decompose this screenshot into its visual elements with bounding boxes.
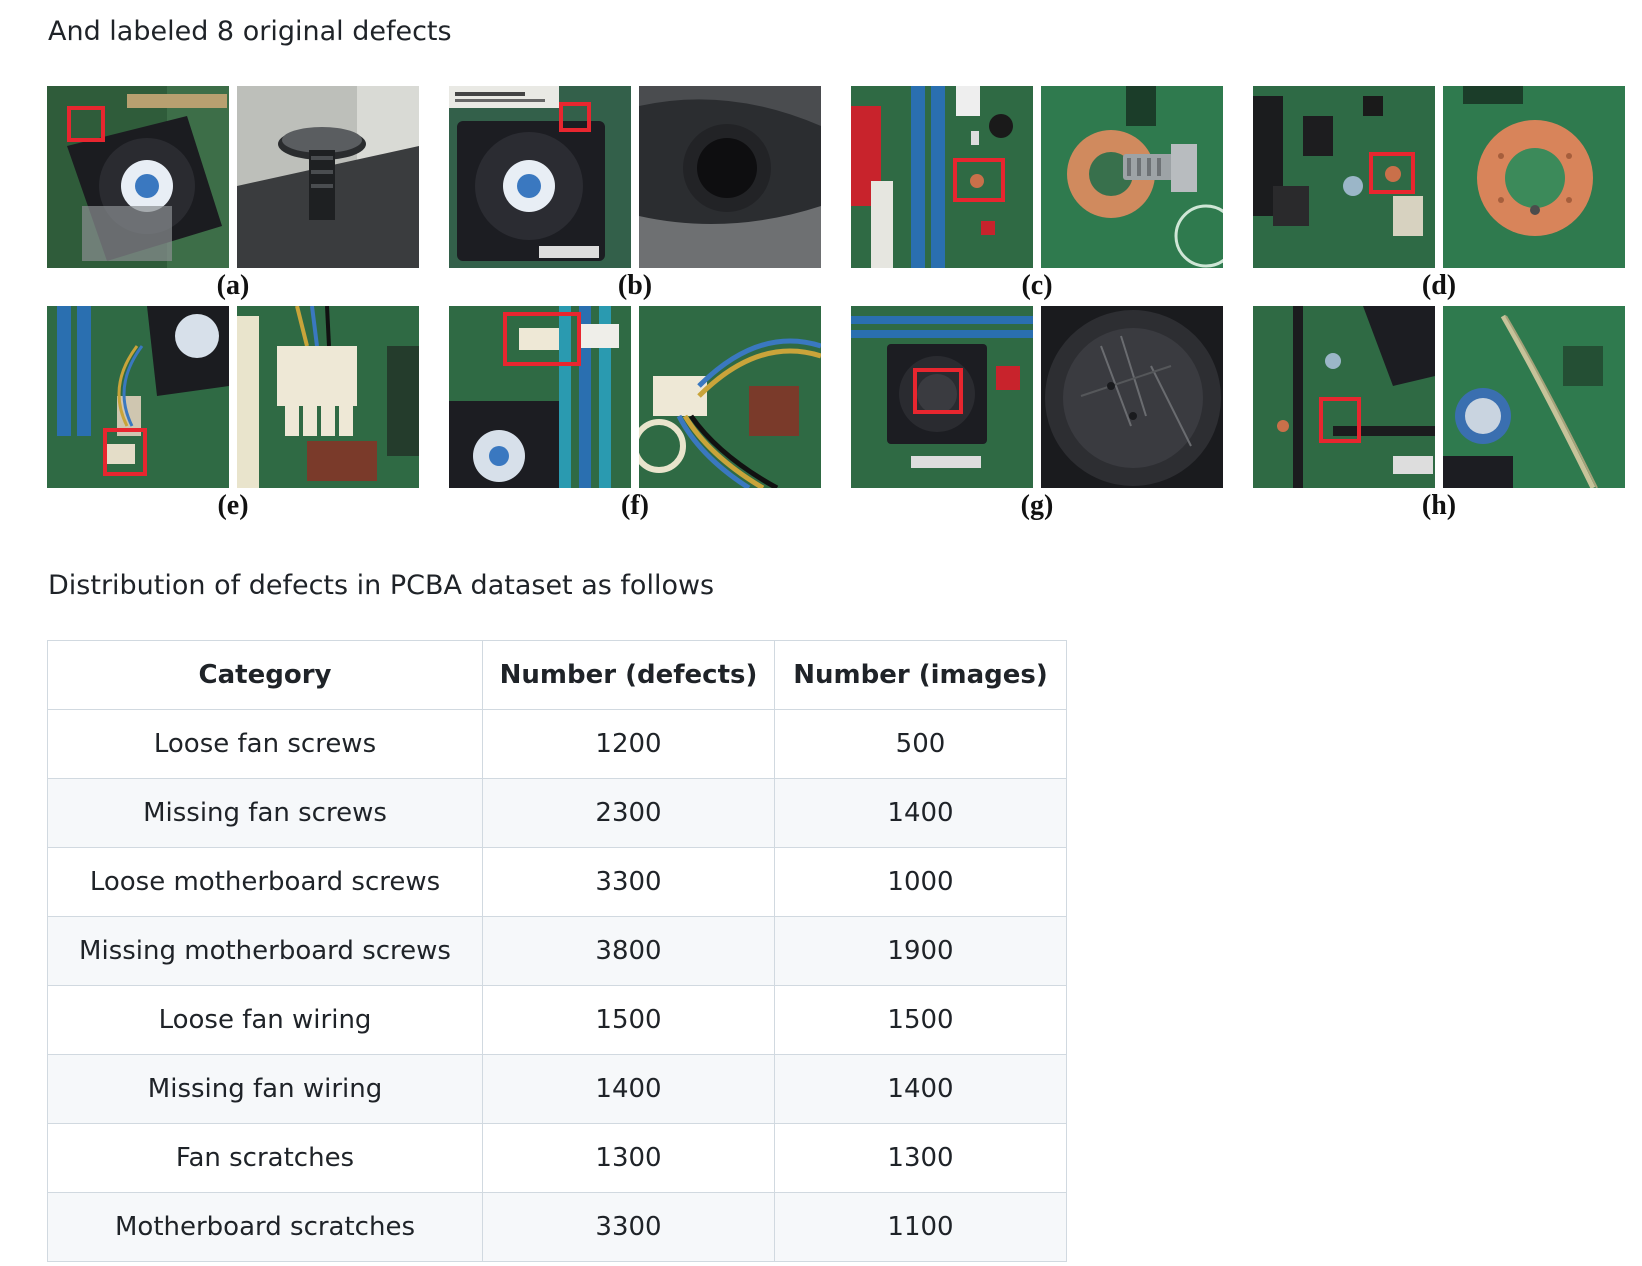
defect-panel-d: (d): [1253, 86, 1625, 306]
board-overview-image: [47, 86, 229, 268]
panel-label: (h): [1421, 490, 1457, 521]
screw-washer-closeup-image: [1041, 86, 1223, 268]
defects-cell: 1300: [482, 1123, 775, 1193]
table-row: Loose fan wiring 1500 1500: [47, 985, 1067, 1055]
table-heading: Distribution of defects in PCBA dataset …: [48, 570, 715, 601]
defect-figure: (a) (b) (c) (d) (e) (f) (g) (h): [47, 86, 1627, 526]
board-overview-image: [47, 306, 229, 488]
defects-cell: 1500: [482, 985, 775, 1055]
empty-washer-closeup-image: [1443, 86, 1625, 268]
category-cell: Loose fan wiring: [47, 985, 483, 1055]
defect-panel-e: (e): [47, 306, 419, 526]
defect-panel-f: (f): [449, 306, 821, 526]
table-header-row: Category Number (defects) Number (images…: [47, 640, 1067, 710]
fan-hub-closeup-image: [1041, 306, 1223, 488]
panel-label: (d): [1421, 270, 1457, 301]
panel-label: (e): [217, 490, 249, 521]
board-overview-image: [1253, 306, 1435, 488]
category-cell: Missing fan wiring: [47, 1054, 483, 1124]
defect-panel-a: (a): [47, 86, 419, 306]
category-cell: Fan scratches: [47, 1123, 483, 1193]
images-cell: 500: [774, 709, 1067, 779]
board-overview-image: [851, 86, 1033, 268]
images-cell: 1400: [774, 778, 1067, 848]
panel-label: (f): [621, 490, 649, 521]
table-row: Fan scratches 1300 1300: [47, 1123, 1067, 1193]
defect-panel-b: (b): [449, 86, 821, 306]
panel-label: (c): [1021, 270, 1053, 301]
table-row: Missing fan wiring 1400 1400: [47, 1054, 1067, 1124]
defect-distribution-table: Category Number (defects) Number (images…: [47, 640, 1067, 1262]
wire-closeup-image: [639, 306, 821, 488]
category-cell: Motherboard scratches: [47, 1192, 483, 1262]
column-header-defects: Number (defects): [482, 640, 775, 710]
category-cell: Loose motherboard screws: [47, 847, 483, 917]
defects-cell: 1200: [482, 709, 775, 779]
defect-panel-c: (c): [851, 86, 1223, 306]
screw-hole-closeup-image: [639, 86, 821, 268]
panel-label: (a): [216, 270, 250, 301]
panel-label: (b): [617, 270, 653, 301]
defects-cell: 1400: [482, 1054, 775, 1124]
images-cell: 1100: [774, 1192, 1067, 1262]
images-cell: 1500: [774, 985, 1067, 1055]
connector-closeup-image: [237, 306, 419, 488]
column-header-images: Number (images): [774, 640, 1067, 710]
images-cell: 1000: [774, 847, 1067, 917]
table-row: Loose motherboard screws 3300 1000: [47, 847, 1067, 917]
images-cell: 1300: [774, 1123, 1067, 1193]
category-cell: Missing fan screws: [47, 778, 483, 848]
defect-panel-g: (g): [851, 306, 1223, 526]
screw-closeup-image: [237, 86, 419, 268]
board-overview-image: [449, 86, 631, 268]
defects-cell: 3800: [482, 916, 775, 986]
defects-cell: 3300: [482, 1192, 775, 1262]
column-header-category: Category: [47, 640, 483, 710]
scratch-closeup-image: [1443, 306, 1625, 488]
category-cell: Missing motherboard screws: [47, 916, 483, 986]
table-row: Motherboard scratches 3300 1100: [47, 1192, 1067, 1262]
images-cell: 1900: [774, 916, 1067, 986]
defect-panel-h: (h): [1253, 306, 1625, 526]
defects-cell: 3300: [482, 847, 775, 917]
panel-label: (g): [1020, 490, 1054, 521]
board-overview-image: [1253, 86, 1435, 268]
table-row: Loose fan screws 1200 500: [47, 709, 1067, 779]
board-overview-image: [449, 306, 631, 488]
intro-heading: And labeled 8 original defects: [48, 16, 452, 47]
board-overview-image: [851, 306, 1033, 488]
table-row: Missing motherboard screws 3800 1900: [47, 916, 1067, 986]
defects-cell: 2300: [482, 778, 775, 848]
category-cell: Loose fan screws: [47, 709, 483, 779]
images-cell: 1400: [774, 1054, 1067, 1124]
table-row: Missing fan screws 2300 1400: [47, 778, 1067, 848]
